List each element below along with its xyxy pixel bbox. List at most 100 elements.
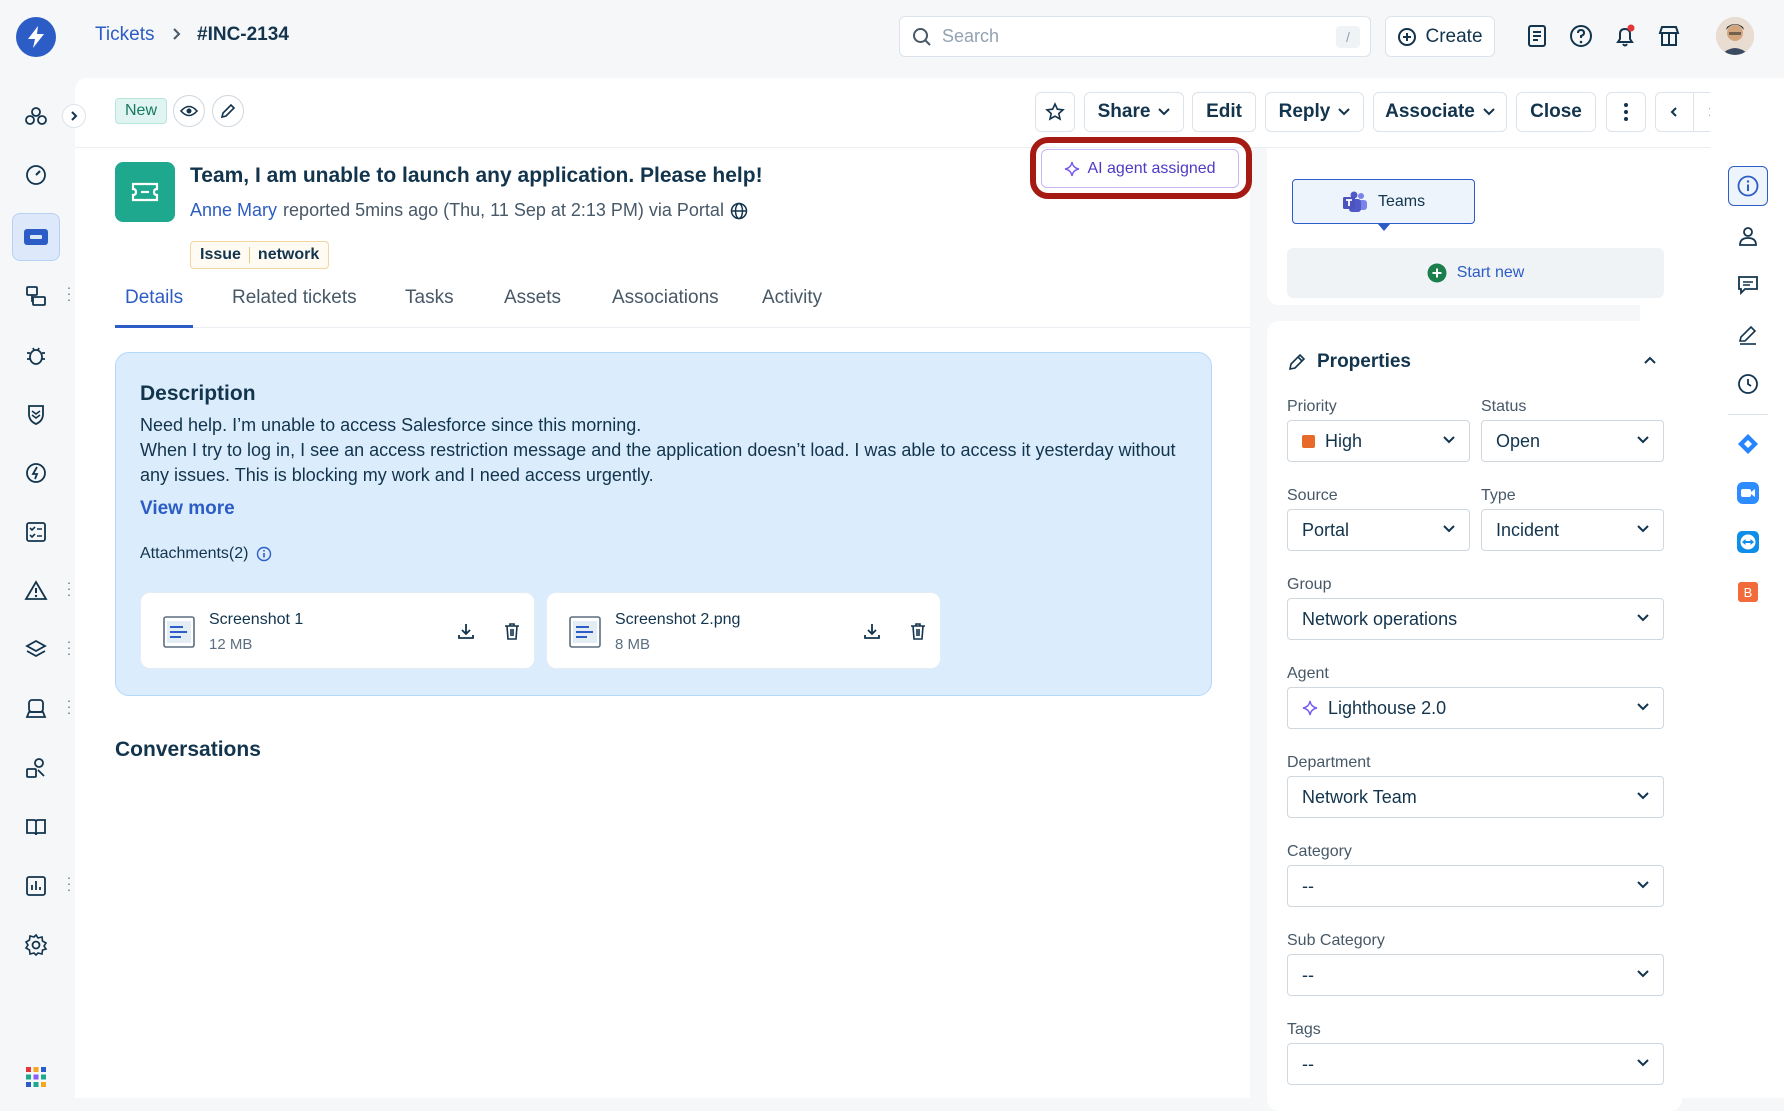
source-select[interactable]: Portal [1287,509,1470,551]
settings-icon[interactable] [16,925,56,965]
reply-button[interactable]: Reply [1265,92,1364,132]
properties-title: Properties [1317,351,1411,372]
download-icon[interactable] [862,621,882,641]
more-actions-button[interactable] [1606,92,1646,132]
global-search[interactable]: / [899,16,1371,57]
problems-icon[interactable] [16,276,56,316]
share-button[interactable]: Share [1084,92,1184,132]
tab-associations[interactable]: Associations [612,282,719,328]
edit-subject-button[interactable] [212,95,244,127]
service-request-icon[interactable] [1524,23,1550,49]
delete-icon[interactable] [908,621,928,641]
notes-icon[interactable] [1732,319,1764,351]
plus-circle-icon [1427,263,1447,283]
attachment-item[interactable]: Screenshot 1 12 MB [140,592,535,669]
status-select[interactable]: Open [1481,420,1664,462]
breadcrumb-tickets[interactable]: Tickets [95,24,154,46]
bots-icon[interactable] [16,96,56,136]
plus-circle-icon [1397,27,1417,47]
history-icon[interactable] [1732,368,1764,400]
jira-icon[interactable] [1732,428,1764,460]
type-select[interactable]: Incident [1481,509,1664,551]
view-more-link[interactable]: View more [140,498,235,520]
attachment-name: Screenshot 1 [209,611,304,628]
teams-button[interactable]: Teams [1292,179,1475,224]
notification-bell-icon[interactable] [1612,23,1638,49]
layers-more-icon[interactable]: · · · [66,634,72,660]
service-catalog-more-icon[interactable]: · · · [66,693,72,719]
chevron-up-icon[interactable] [1643,355,1657,365]
agent-label: Agent [1287,665,1329,682]
pencil-icon [220,103,236,119]
changes-icon[interactable] [16,453,56,493]
reports-more-icon[interactable]: · · · [66,870,72,896]
tickets-icon[interactable] [12,213,60,261]
knowledge-book-icon[interactable] [16,807,56,847]
pencil-icon [1287,352,1307,372]
start-new-button[interactable]: Start new [1287,248,1664,298]
tab-tasks[interactable]: Tasks [405,282,454,328]
tab-details[interactable]: Details [115,282,194,328]
product-logo[interactable] [16,17,56,57]
help-icon[interactable] [1568,23,1594,49]
category-select[interactable]: -- [1287,865,1664,907]
ticket-subject: Team, I am unable to launch any applicat… [190,164,763,187]
bug-icon[interactable] [16,335,56,375]
assets-icon[interactable] [16,748,56,788]
breadcrumb-current: #INC-2134 [197,24,289,45]
department-select[interactable]: Network Team [1287,776,1664,818]
create-button[interactable]: Create [1385,16,1495,57]
search-input[interactable] [942,26,1322,47]
priority-select[interactable]: High [1287,420,1470,462]
apps-grid-icon[interactable] [16,1057,56,1097]
eye-icon [180,104,198,118]
search-shortcut: / [1336,26,1360,48]
shield-icon[interactable] [16,394,56,434]
attachment-item[interactable]: Screenshot 2.png 8 MB [546,592,941,669]
star-button[interactable] [1035,92,1075,132]
requester-link[interactable]: Anne Mary [190,200,277,221]
contact-icon[interactable] [1732,220,1764,252]
conversation-icon[interactable] [1732,269,1764,301]
info-icon[interactable] [256,546,272,562]
sub-category-label: Sub Category [1287,932,1385,949]
expand-sidebar-button[interactable] [62,104,86,128]
previous-ticket-button[interactable] [1656,93,1694,131]
zoom-icon[interactable] [1732,477,1764,509]
attachments-count: Attachments(2) [140,545,249,562]
layers-icon[interactable] [16,630,56,670]
ticket-main-panel: New Share Edit Reply Associate Close Tea… [75,78,1732,1111]
alerts-icon[interactable] [16,571,56,611]
edit-button[interactable]: Edit [1192,92,1256,132]
attachment-size: 8 MB [615,636,651,653]
tab-assets[interactable]: Assets [504,282,561,328]
agent-select[interactable]: Lighthouse 2.0 [1287,687,1664,729]
group-select[interactable]: Network operations [1287,598,1664,640]
teamviewer-icon[interactable] [1732,526,1764,558]
user-avatar[interactable] [1716,17,1754,55]
associate-button[interactable]: Associate [1373,92,1507,132]
tasks-icon[interactable] [16,512,56,552]
sub-category-select[interactable]: -- [1287,954,1664,996]
image-file-icon [163,615,195,649]
marketplace-icon[interactable] [1656,23,1682,49]
attachment-size: 12 MB [209,636,253,653]
source-value: Portal [1302,519,1350,540]
app-b-icon[interactable]: B [1732,576,1764,608]
ms-teams-icon [1342,191,1368,213]
tab-related-tickets[interactable]: Related tickets [232,282,357,328]
tab-activity[interactable]: Activity [762,282,822,328]
service-catalog-icon[interactable] [16,689,56,729]
teams-label: Teams [1377,192,1426,210]
close-ticket-button[interactable]: Close [1516,92,1596,132]
tags-select[interactable]: -- [1287,1043,1664,1085]
download-icon[interactable] [456,621,476,641]
problems-more-icon[interactable]: · · · [66,280,72,306]
dashboard-icon[interactable] [16,155,56,195]
info-icon[interactable] [1728,166,1768,206]
watch-button[interactable] [173,95,205,127]
delete-icon[interactable] [502,621,522,641]
breadcrumb-chevron-icon [170,26,184,42]
reports-icon[interactable] [16,866,56,906]
alerts-more-icon[interactable]: · · · [66,575,72,601]
